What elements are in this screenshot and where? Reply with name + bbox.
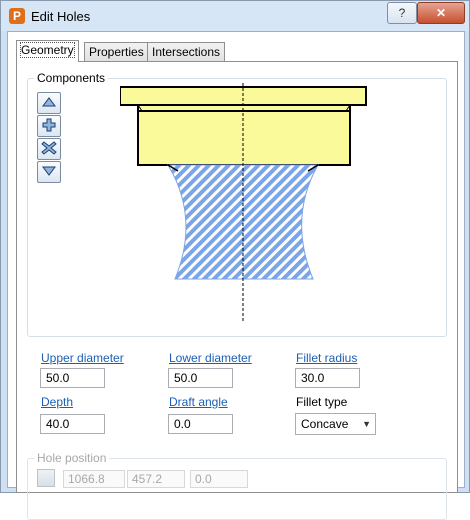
hole-position-legend: Hole position bbox=[34, 451, 109, 465]
lower-diameter-label[interactable]: Lower diameter bbox=[169, 351, 252, 365]
title-bar[interactable]: P Edit Holes ? ✕ bbox=[1, 1, 469, 31]
upper-component-body[interactable] bbox=[138, 105, 350, 165]
delete-component-button[interactable] bbox=[37, 138, 61, 160]
window-title: Edit Holes bbox=[31, 9, 90, 24]
depth-label[interactable]: Depth bbox=[41, 395, 73, 409]
tab-intersections[interactable]: Intersections bbox=[147, 42, 225, 61]
upper-diameter-label[interactable]: Upper diameter bbox=[41, 351, 124, 365]
move-up-button[interactable] bbox=[37, 92, 61, 114]
hole-y-field[interactable]: 457.2 bbox=[127, 470, 185, 488]
components-legend: Components bbox=[34, 71, 108, 85]
dialog-client: Geometry Properties Intersections Compon… bbox=[7, 31, 465, 488]
app-icon: P bbox=[9, 8, 25, 24]
position-picker-icon[interactable] bbox=[37, 469, 55, 487]
tab-geometry[interactable]: Geometry bbox=[16, 40, 79, 62]
fillet-type-label: Fillet type bbox=[296, 395, 347, 409]
hole-x-field[interactable]: 1066.8 bbox=[63, 470, 125, 488]
edit-holes-dialog: P Edit Holes ? ✕ Geometry Properties Int… bbox=[0, 0, 470, 493]
close-button[interactable]: ✕ bbox=[417, 2, 465, 24]
add-component-button[interactable] bbox=[37, 115, 61, 137]
fillet-type-value: Concave bbox=[301, 417, 348, 431]
triangle-down-icon bbox=[40, 163, 58, 179]
depth-field[interactable]: 40.0 bbox=[40, 414, 105, 434]
geometry-panel: Components Upper diameter 50.0 Lower dia… bbox=[16, 61, 458, 493]
fillet-radius-field[interactable]: 30.0 bbox=[295, 368, 360, 388]
help-button[interactable]: ? bbox=[387, 2, 417, 24]
delete-icon bbox=[40, 140, 58, 156]
components-group: Components bbox=[27, 78, 447, 337]
triangle-up-icon bbox=[40, 94, 58, 110]
draft-angle-label[interactable]: Draft angle bbox=[169, 395, 228, 409]
hole-profile-diagram bbox=[120, 83, 380, 333]
tab-properties[interactable]: Properties bbox=[84, 42, 149, 61]
chevron-down-icon: ▼ bbox=[362, 414, 371, 434]
hole-z-field[interactable]: 0.0 bbox=[190, 470, 248, 488]
fillet-radius-label[interactable]: Fillet radius bbox=[296, 351, 357, 365]
move-down-button[interactable] bbox=[37, 161, 61, 183]
upper-diameter-field[interactable]: 50.0 bbox=[40, 368, 105, 388]
fillet-type-select[interactable]: Concave ▼ bbox=[295, 413, 376, 435]
lower-diameter-field[interactable]: 50.0 bbox=[168, 368, 233, 388]
hole-position-group: Hole position bbox=[27, 458, 447, 520]
plus-icon bbox=[40, 117, 58, 133]
lower-concave-component[interactable] bbox=[168, 165, 318, 279]
draft-angle-field[interactable]: 0.0 bbox=[168, 414, 233, 434]
